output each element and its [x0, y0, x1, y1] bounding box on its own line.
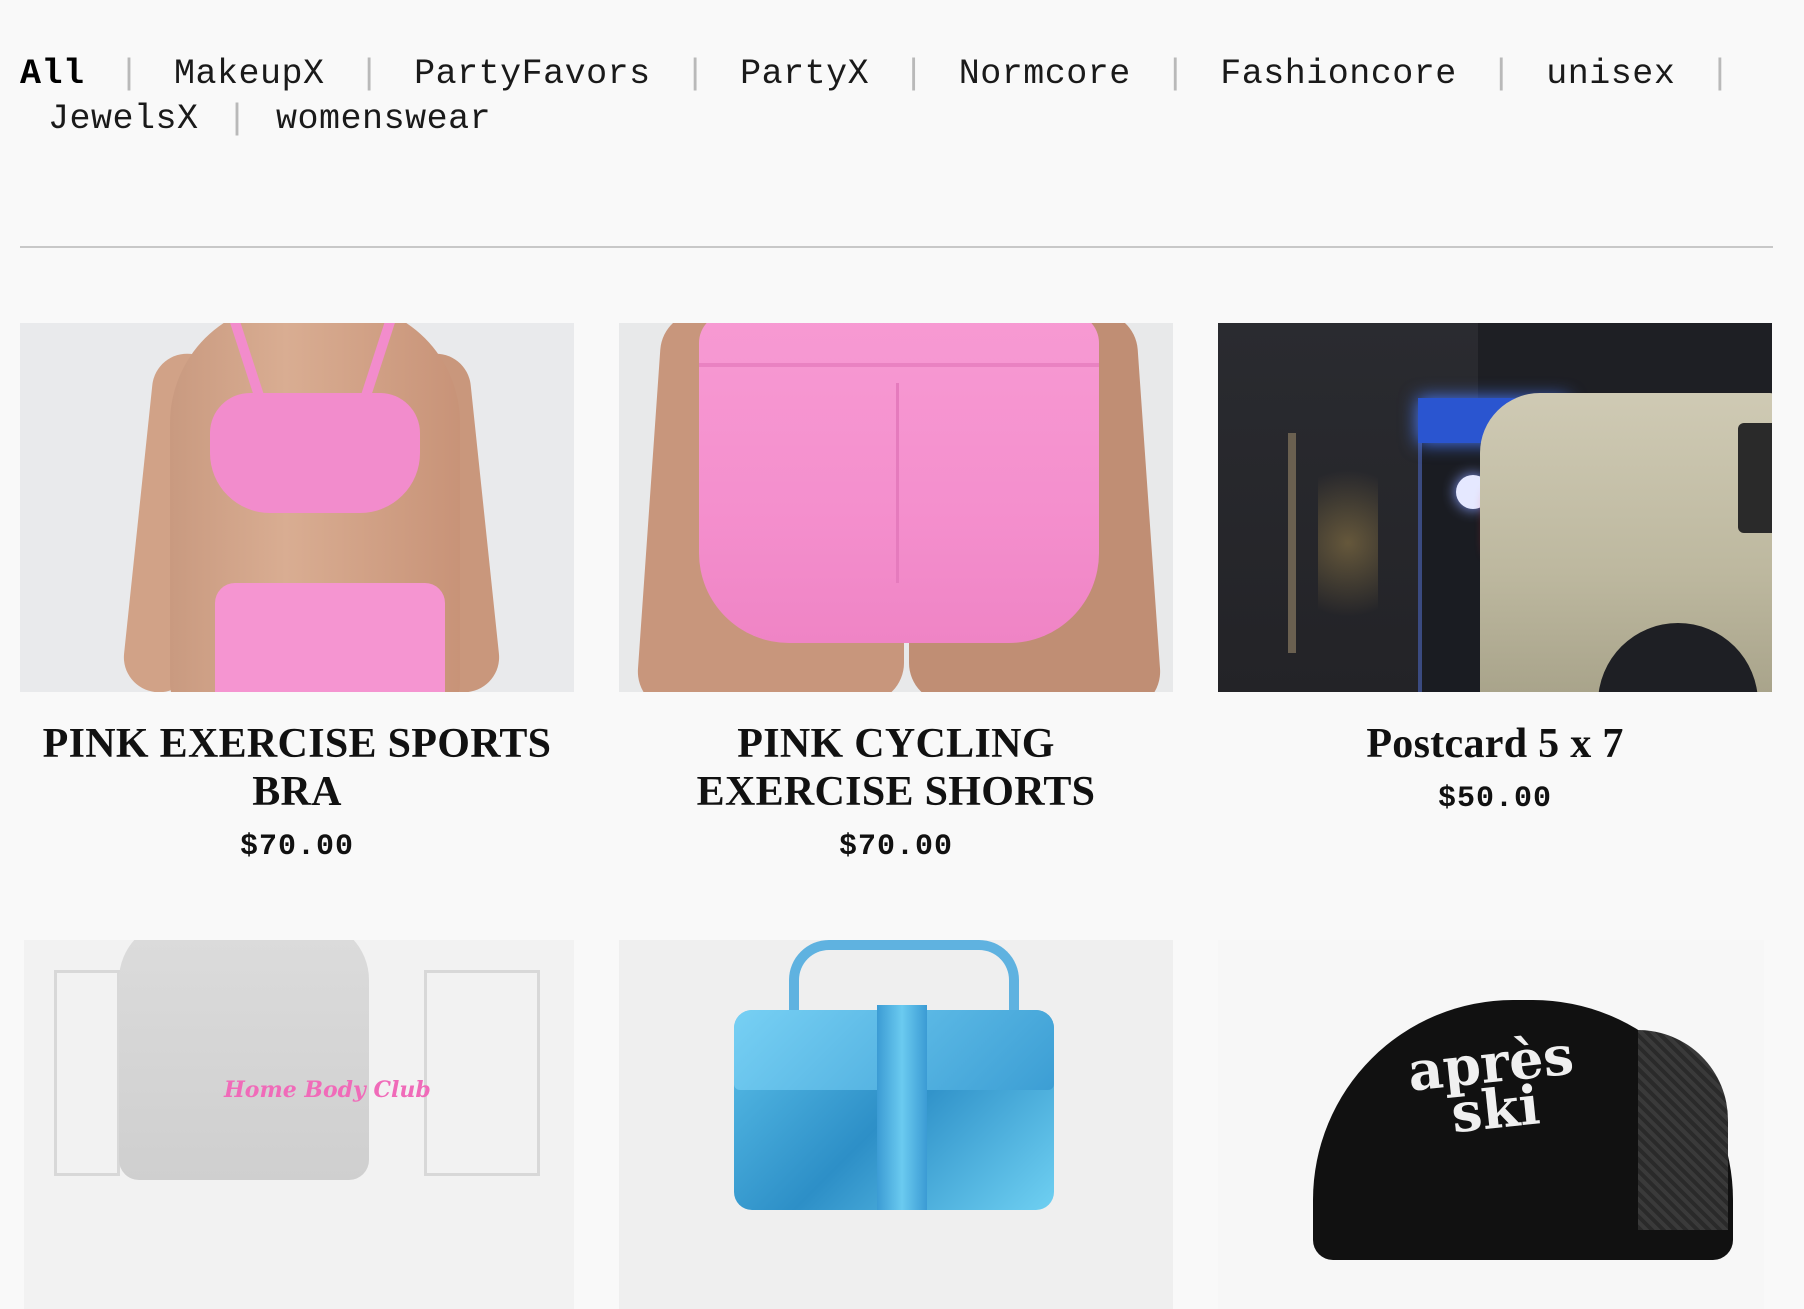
category-filter-nav: All | MakeupX | PartyFavors | PartyX | Normcore |…: [20, 52, 1780, 142]
photo-detail: [215, 583, 445, 692]
product-image[interactable]: [1218, 323, 1772, 692]
product-card[interactable]: PINK CYCLING EXERCISE SHORTS $70.00: [619, 323, 1173, 864]
product-image[interactable]: Home Body Club: [24, 940, 574, 1309]
product-title[interactable]: PINK EXERCISE SPORTS BRA: [30, 720, 564, 816]
filter-separator: |: [1709, 54, 1731, 94]
product-price: $70.00: [838, 830, 954, 864]
photo-detail: [1738, 423, 1772, 533]
filter-row-2: JewelsX | womenswear: [20, 97, 1780, 142]
filter-unisex[interactable]: unisex: [1546, 54, 1675, 94]
photo-detail: [1638, 1030, 1728, 1230]
filter-separator: |: [118, 54, 141, 94]
product-price: $70.00: [239, 830, 355, 864]
filter-womenswear[interactable]: womenswear: [276, 99, 491, 139]
filter-jewelsx[interactable]: JewelsX: [48, 99, 199, 139]
filter-makeupx[interactable]: MakeupX: [174, 54, 325, 94]
photo-detail: [1318, 443, 1378, 643]
photo-detail: [896, 383, 899, 583]
filter-all[interactable]: All: [20, 54, 85, 94]
photo-detail: [699, 323, 1099, 643]
product-image[interactable]: [619, 323, 1173, 692]
filter-partyx[interactable]: PartyX: [740, 54, 869, 94]
product-price: $50.00: [1437, 782, 1553, 816]
photo-detail: [210, 393, 420, 513]
product-title[interactable]: Postcard 5 x 7: [1228, 720, 1762, 768]
filter-fashioncore[interactable]: Fashioncore: [1220, 54, 1457, 94]
product-image[interactable]: [20, 323, 574, 692]
filter-row-1: All | MakeupX | PartyFavors | PartyX | Normcore |…: [20, 52, 1780, 97]
filter-separator: |: [1164, 54, 1187, 94]
filter-partyfavors[interactable]: PartyFavors: [414, 54, 651, 94]
filter-separator: |: [1490, 54, 1513, 94]
filter-separator: |: [358, 54, 381, 94]
product-card[interactable]: Home Body Club: [24, 940, 578, 1309]
filter-separator: |: [903, 54, 925, 94]
product-card[interactable]: après ski: [1218, 940, 1772, 1309]
photo-detail: [699, 363, 1099, 367]
photo-detail: [119, 940, 369, 1180]
product-card[interactable]: Postcard 5 x 7 $50.00: [1218, 323, 1772, 816]
product-card[interactable]: PINK EXERCISE SPORTS BRA $70.00: [20, 323, 574, 864]
product-image[interactable]: [619, 940, 1173, 1309]
filter-normcore[interactable]: Normcore: [959, 54, 1131, 94]
photo-detail: [424, 970, 540, 1176]
sweatpants-logo: Home Body Club: [224, 1077, 431, 1103]
product-card[interactable]: [619, 940, 1173, 1309]
product-title[interactable]: PINK CYCLING EXERCISE SHORTS: [629, 720, 1163, 816]
photo-detail: [1288, 433, 1296, 653]
product-image[interactable]: après ski: [1218, 940, 1764, 1309]
photo-detail: [54, 970, 120, 1176]
photo-detail: [877, 1005, 927, 1210]
section-divider: [20, 246, 1773, 248]
filter-separator: |: [226, 99, 249, 139]
filter-separator: |: [684, 54, 707, 94]
